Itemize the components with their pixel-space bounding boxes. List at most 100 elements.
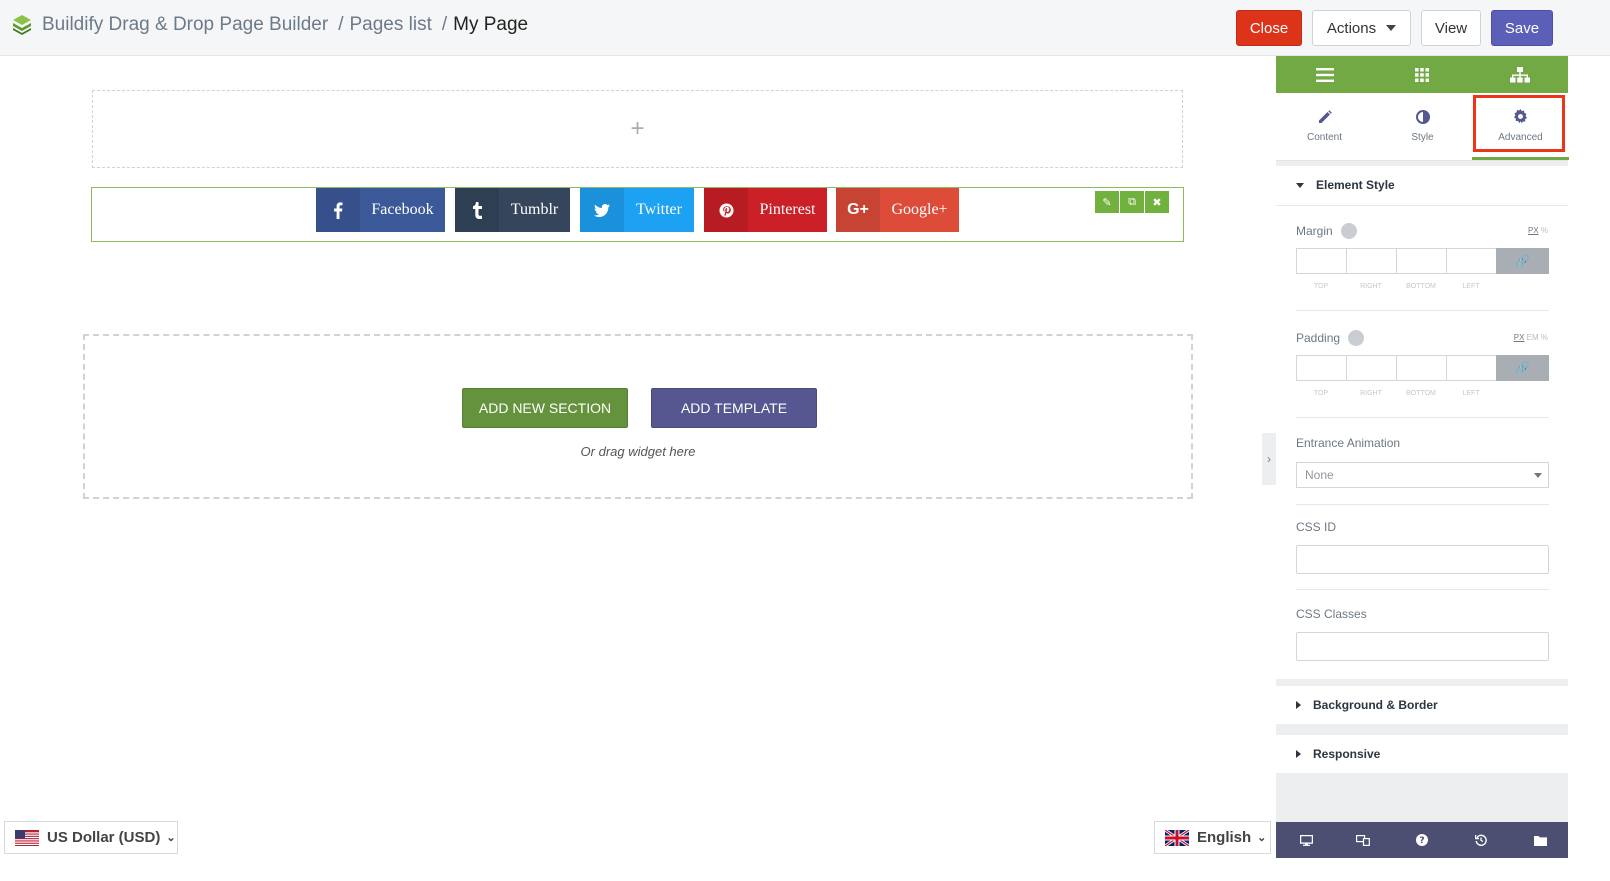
responsive-mode-icon[interactable]: [1355, 832, 1371, 848]
facebook-share-button[interactable]: Facebook: [316, 188, 445, 232]
breadcrumb: Buildify Drag & Drop Page Builder / Page…: [12, 14, 528, 36]
breadcrumb-separator: /: [338, 14, 344, 35]
background-border-section[interactable]: Background & Border: [1276, 686, 1568, 724]
widget-edit-tools: ✎ ⧉ ✖: [1095, 191, 1169, 213]
unit-percent[interactable]: %: [1541, 226, 1548, 235]
currency-selector[interactable]: US Dollar (USD) ⌄: [4, 821, 178, 854]
facebook-label: Facebook: [371, 201, 434, 218]
link-values-icon[interactable]: 🔗: [1496, 355, 1549, 381]
pinterest-icon: [704, 188, 748, 232]
responsive-section[interactable]: Responsive: [1276, 735, 1568, 773]
margin-top-input[interactable]: [1296, 248, 1346, 274]
svg-text:?: ?: [1419, 836, 1424, 846]
widgets-grid-icon[interactable]: [1412, 65, 1432, 85]
navigator-sitemap-icon[interactable]: [1510, 65, 1530, 85]
history-icon[interactable]: [1473, 832, 1489, 848]
breadcrumb-app[interactable]: Buildify Drag & Drop Page Builder: [42, 14, 328, 36]
tab-style[interactable]: Style: [1374, 93, 1471, 157]
css-id-input[interactable]: [1296, 545, 1549, 574]
add-template-button[interactable]: ADD TEMPLATE: [651, 388, 817, 428]
tumblr-label: Tumblr: [510, 201, 559, 218]
add-section-placeholder[interactable]: +: [92, 90, 1183, 168]
caret-right-icon: [1296, 750, 1301, 758]
side-label: LEFT: [1462, 283, 1480, 290]
twitter-share-button[interactable]: Twitter: [580, 188, 694, 232]
entrance-animation-select[interactable]: None: [1296, 462, 1549, 488]
chevron-down-icon: ⌄: [1257, 832, 1267, 844]
actions-dropdown-button[interactable]: Actions: [1312, 10, 1411, 46]
divider: [1296, 589, 1549, 590]
pencil-icon: [1318, 108, 1332, 126]
padding-label-text: Padding: [1296, 331, 1341, 345]
element-style-header[interactable]: Element Style: [1276, 166, 1568, 204]
padding-top-input[interactable]: [1296, 355, 1346, 381]
tab-content[interactable]: Content: [1276, 93, 1373, 157]
entrance-animation-label: Entrance Animation: [1296, 436, 1401, 450]
unit-px[interactable]: PX: [1514, 333, 1525, 342]
unit-percent[interactable]: %: [1541, 333, 1548, 342]
view-button[interactable]: View: [1421, 10, 1481, 46]
padding-units: PX EM %: [1514, 333, 1548, 342]
padding-left-input[interactable]: [1446, 355, 1496, 381]
buildify-logo-icon: [13, 15, 31, 35]
language-selector[interactable]: English ⌄: [1154, 821, 1271, 854]
caret-down-icon: [1296, 182, 1304, 188]
side-label: RIGHT: [1360, 390, 1382, 397]
share-buttons-widget[interactable]: Facebook Tumblr Twitter Pinterest G+ Goo…: [91, 187, 1184, 242]
margin-side-labels: TOP RIGHT BOTTOM LEFT: [1296, 283, 1499, 290]
side-label: BOTTOM: [1406, 283, 1436, 290]
padding-side-labels: TOP RIGHT BOTTOM LEFT: [1296, 390, 1499, 397]
google-plus-label: Google+: [891, 201, 948, 218]
remove-icon[interactable]: ✖: [1145, 191, 1169, 213]
margin-right-input[interactable]: [1346, 248, 1396, 274]
css-id-label: CSS ID: [1296, 520, 1337, 534]
add-new-section-button[interactable]: ADD NEW SECTION: [462, 388, 628, 428]
panel-collapse-toggle[interactable]: ›: [1262, 433, 1276, 485]
currency-value: US Dollar (USD): [47, 829, 161, 846]
element-style-title: Element Style: [1316, 178, 1395, 192]
side-label: TOP: [1313, 283, 1329, 290]
entrance-animation-value: None: [1305, 468, 1334, 482]
css-classes-input[interactable]: [1296, 632, 1549, 661]
tab-content-label: Content: [1306, 131, 1343, 143]
side-label: LEFT: [1462, 390, 1480, 397]
widget-dropzone[interactable]: ADD NEW SECTION ADD TEMPLATE Or drag wid…: [83, 334, 1193, 499]
save-button[interactable]: Save: [1491, 10, 1553, 46]
desktop-icon[interactable]: [1298, 832, 1314, 848]
folder-icon[interactable]: [1532, 832, 1548, 848]
css-classes-label: CSS Classes: [1296, 607, 1367, 621]
responsive-device-icon[interactable]: [1348, 330, 1365, 346]
panel-footer: ?: [1276, 822, 1568, 858]
divider: [1296, 504, 1549, 505]
drag-widget-hint: Or drag widget here: [580, 444, 696, 459]
unit-em[interactable]: EM: [1527, 333, 1539, 342]
pinterest-share-button[interactable]: Pinterest: [704, 188, 827, 232]
caret-right-icon: [1296, 701, 1301, 709]
margin-left-input[interactable]: [1446, 248, 1496, 274]
responsive-device-icon[interactable]: [1340, 223, 1357, 239]
caret-down-icon: [1534, 473, 1542, 478]
tumblr-share-button[interactable]: Tumblr: [455, 188, 570, 232]
help-icon[interactable]: ?: [1414, 832, 1430, 848]
hamburger-menu-icon[interactable]: [1315, 65, 1335, 85]
duplicate-icon[interactable]: ⧉: [1120, 191, 1144, 213]
breadcrumb-pages-list[interactable]: Pages list: [349, 14, 431, 36]
padding-bottom-input[interactable]: [1396, 355, 1446, 381]
edit-pencil-icon[interactable]: ✎: [1095, 191, 1119, 213]
unit-px[interactable]: PX: [1528, 226, 1539, 235]
close-button[interactable]: Close: [1236, 10, 1302, 46]
background-border-header[interactable]: Background & Border: [1276, 686, 1568, 724]
divider: [1296, 417, 1549, 418]
side-label: TOP: [1313, 390, 1329, 397]
google-plus-share-button[interactable]: G+ Google+: [836, 188, 959, 232]
twitter-icon: [580, 188, 624, 232]
panel-header: [1276, 56, 1568, 93]
chevron-down-icon: ⌄: [166, 832, 176, 844]
tab-style-label: Style: [1411, 131, 1434, 143]
side-label: BOTTOM: [1406, 390, 1436, 397]
advanced-tab-highlight: [1473, 95, 1565, 152]
margin-bottom-input[interactable]: [1396, 248, 1446, 274]
link-values-icon[interactable]: 🔗: [1496, 248, 1549, 274]
responsive-header[interactable]: Responsive: [1276, 735, 1568, 773]
padding-right-input[interactable]: [1346, 355, 1396, 381]
